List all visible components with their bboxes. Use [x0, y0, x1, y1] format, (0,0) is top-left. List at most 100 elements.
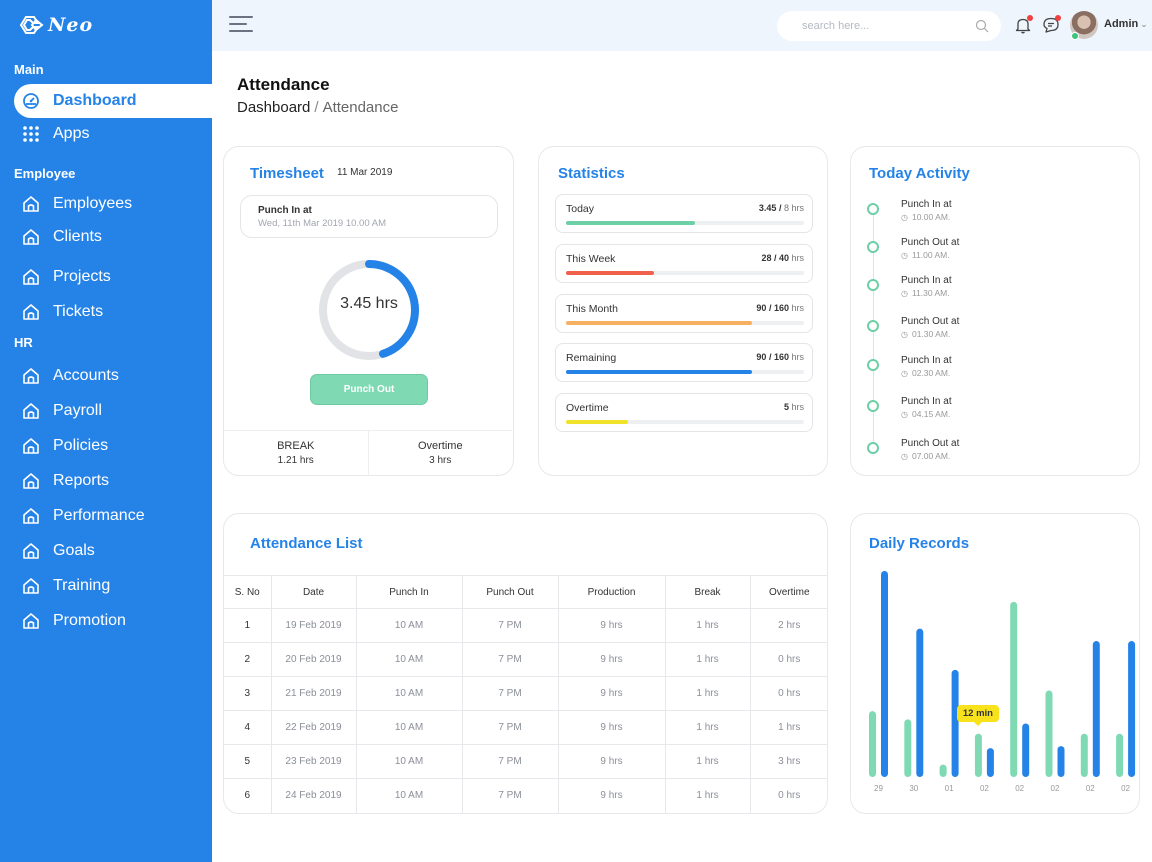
- cell-date: 21 Feb 2019: [270, 676, 357, 711]
- chart-tooltip: 12 min: [956, 704, 999, 726]
- clock-icon: ◷: [901, 251, 908, 260]
- stat-progress-fill: [566, 420, 628, 424]
- stat-progress-fill: [566, 271, 655, 275]
- bar-series-blue[interactable]: [1128, 641, 1136, 777]
- table-row[interactable]: 1 19 Feb 2019 10 AM 7 PM 9 hrs 1 hrs 2 h…: [224, 608, 827, 643]
- bar-series-blue[interactable]: [986, 748, 994, 777]
- cell-break: 1 hrs: [664, 642, 751, 677]
- column-header[interactable]: Punch Out: [461, 575, 559, 609]
- stat-value: 90 / 160 hrs: [756, 303, 804, 313]
- sidebar-item-tickets[interactable]: Tickets: [14, 295, 212, 329]
- statistics-card: Statistics Today 3.45 / 8 hrs This Week …: [538, 146, 828, 476]
- sidebar-item-employees[interactable]: Employees: [14, 187, 212, 221]
- bar-series-blue[interactable]: [1057, 746, 1065, 777]
- column-header[interactable]: Date: [270, 575, 357, 609]
- sidebar-item-performance[interactable]: Performance: [14, 499, 212, 533]
- column-header[interactable]: Overtime: [749, 575, 827, 609]
- clock-icon: ◷: [901, 330, 908, 339]
- cell-production: 9 hrs: [557, 642, 666, 677]
- bar-series-green[interactable]: [974, 733, 982, 777]
- sidebar-item-dashboard[interactable]: Dashboard: [14, 84, 212, 118]
- search-icon[interactable]: [975, 19, 989, 33]
- activity-title-text: Punch Out at: [901, 237, 960, 248]
- x-tick-label: 01: [945, 784, 954, 793]
- punch-out-button[interactable]: Punch Out: [310, 374, 428, 405]
- sidebar-item-policies[interactable]: Policies: [14, 429, 212, 463]
- punch-in-label: Punch In at: [258, 205, 312, 216]
- bar-series-green[interactable]: [1080, 733, 1088, 777]
- cell-break: 1 hrs: [664, 710, 751, 745]
- x-tick-label: 30: [909, 784, 918, 793]
- sidebar-item-payroll[interactable]: Payroll: [14, 394, 212, 428]
- cell-punch-in: 10 AM: [355, 676, 463, 711]
- break-label: BREAK: [277, 440, 315, 452]
- sidebar-item-accounts[interactable]: Accounts: [14, 359, 212, 393]
- bar-series-blue[interactable]: [951, 669, 959, 777]
- activity-time: ◷ 02.30 AM.: [901, 368, 951, 378]
- bar-series-blue[interactable]: [916, 628, 924, 777]
- cell-punch-out: 7 PM: [461, 710, 559, 745]
- sidebar-item-promotion[interactable]: Promotion: [14, 604, 212, 638]
- stat-value: 3.45 / 8 hrs: [758, 203, 804, 213]
- sidebar-item-reports[interactable]: Reports: [14, 464, 212, 498]
- cell-sno: 5: [224, 744, 272, 779]
- breadcrumb-separator: /: [314, 99, 319, 116]
- sidebar-item-goals[interactable]: Goals: [14, 534, 212, 568]
- table-row[interactable]: 4 22 Feb 2019 10 AM 7 PM 9 hrs 1 hrs 1 h…: [224, 710, 827, 745]
- sidebar-item-label: Performance: [53, 507, 145, 524]
- stat-remaining: Remaining 90 / 160 hrs: [555, 343, 813, 382]
- search-input[interactable]: [802, 20, 975, 32]
- sidebar-item-label: Payroll: [53, 402, 102, 419]
- sidebar-item-training[interactable]: Training: [14, 569, 212, 603]
- cell-punch-in: 10 AM: [355, 778, 463, 813]
- cell-overtime: 0 hrs: [749, 676, 827, 711]
- bar-series-green[interactable]: [904, 719, 912, 777]
- bar-series-blue[interactable]: [1092, 641, 1100, 777]
- cell-sno: 2: [224, 642, 272, 677]
- cell-overtime: 3 hrs: [749, 744, 827, 779]
- column-header[interactable]: Punch In: [355, 575, 463, 609]
- table-header-row: S. No Date Punch In Punch Out Production…: [224, 575, 827, 609]
- stat-progress-fill: [566, 221, 695, 225]
- table-row[interactable]: 5 23 Feb 2019 10 AM 7 PM 9 hrs 1 hrs 3 h…: [224, 744, 827, 779]
- activity-time: ◷ 11.00 AM.: [901, 250, 950, 260]
- activity-title-text: Punch Out at: [901, 438, 960, 449]
- cell-date: 23 Feb 2019: [270, 744, 357, 779]
- bar-series-green[interactable]: [1010, 601, 1018, 777]
- sidebar-item-clients[interactable]: Clients: [14, 220, 212, 254]
- bar-series-green[interactable]: [1045, 690, 1053, 777]
- bar-series-green[interactable]: [939, 764, 947, 777]
- overtime-value: 3 hrs: [429, 455, 452, 466]
- bar-series-blue[interactable]: [881, 571, 888, 777]
- daily-records-chart: 29 30 01 02 02 02 02 02: [869, 571, 1136, 793]
- cell-break: 1 hrs: [664, 676, 751, 711]
- column-header[interactable]: S. No: [224, 575, 272, 609]
- menu-toggle-icon[interactable]: [229, 14, 253, 34]
- sidebar-item-apps[interactable]: Apps: [14, 117, 212, 151]
- sidebar-item-label: Dashboard: [53, 92, 137, 109]
- home-icon: [22, 577, 40, 595]
- table-row[interactable]: 3 21 Feb 2019 10 AM 7 PM 9 hrs 1 hrs 0 h…: [224, 676, 827, 711]
- bar-series-green[interactable]: [1116, 733, 1124, 777]
- x-tick-label: 02: [1086, 784, 1095, 793]
- stat-progress-track: [566, 221, 804, 225]
- section-main: Main: [14, 62, 44, 77]
- notifications-button[interactable]: [1014, 15, 1033, 34]
- column-header[interactable]: Production: [557, 575, 666, 609]
- stat-progress-track: [566, 271, 804, 275]
- avatar[interactable]: [1070, 11, 1098, 40]
- user-menu[interactable]: Admin ⌄: [1104, 18, 1148, 30]
- activity-time: ◷ 04.15 AM.: [901, 409, 951, 419]
- stat-overtime: Overtime 5 hrs: [555, 393, 813, 432]
- cell-production: 9 hrs: [557, 676, 666, 711]
- messages-button[interactable]: [1042, 15, 1061, 34]
- table-row[interactable]: 6 24 Feb 2019 10 AM 7 PM 9 hrs 1 hrs 0 h…: [224, 778, 827, 813]
- bar-series-blue[interactable]: [1022, 723, 1030, 777]
- logo[interactable]: Neo: [18, 14, 93, 36]
- bar-series-green[interactable]: [869, 711, 876, 777]
- stat-label: This Week: [566, 253, 616, 265]
- breadcrumb-parent[interactable]: Dashboard: [237, 99, 310, 116]
- table-row[interactable]: 2 20 Feb 2019 10 AM 7 PM 9 hrs 1 hrs 0 h…: [224, 642, 827, 677]
- column-header[interactable]: Break: [664, 575, 751, 609]
- sidebar-item-projects[interactable]: Projects: [14, 260, 212, 294]
